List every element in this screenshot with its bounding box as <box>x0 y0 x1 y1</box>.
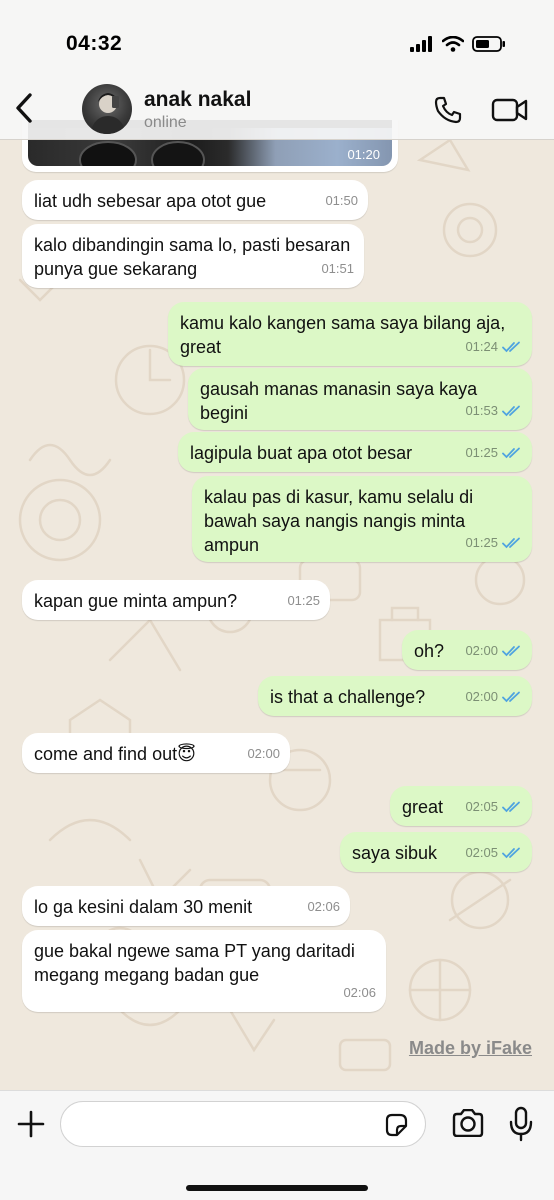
message-text: liat udh sebesar apa otot gue <box>34 191 267 211</box>
message-meta: 01:25 <box>465 441 522 465</box>
contact-avatar[interactable] <box>82 84 132 134</box>
message-meta: 02:05 <box>465 795 522 819</box>
message-time: 02:00 <box>465 643 498 658</box>
message-time: 02:06 <box>307 899 340 914</box>
incoming-message[interactable]: come and find out😇 02:00 <box>22 733 290 773</box>
contact-name[interactable]: anak nakal <box>144 88 251 112</box>
read-receipt-icon <box>502 645 520 657</box>
sticker-icon <box>385 1113 408 1137</box>
outgoing-message[interactable]: oh? 02:00 <box>402 630 532 670</box>
message-meta: 01:24 <box>465 335 522 359</box>
camera-button[interactable] <box>450 1107 486 1139</box>
incoming-message[interactable]: kapan gue minta ampun? 01:25 <box>22 580 330 620</box>
plus-icon <box>17 1110 45 1138</box>
message-time: 02:05 <box>465 845 498 860</box>
incoming-message[interactable]: kalo dibandingin sama lo, pasti besaran … <box>22 224 364 288</box>
back-button[interactable] <box>10 90 38 126</box>
message-meta: 01:25 <box>287 589 320 613</box>
microphone-button[interactable] <box>506 1105 536 1143</box>
wifi-icon <box>442 36 464 52</box>
outgoing-message[interactable]: is that a challenge? 02:00 <box>258 676 532 716</box>
message-time: 02:05 <box>465 799 498 814</box>
message-text: come and find out😇 <box>34 744 196 764</box>
message-time: 01:53 <box>465 403 498 418</box>
message-text: lo ga kesini dalam 30 menit <box>34 897 253 917</box>
composer-bar <box>0 1090 554 1200</box>
status-bar-icons <box>410 33 506 55</box>
message-meta: 01:53 <box>465 399 522 423</box>
read-receipt-icon <box>502 447 520 459</box>
outgoing-message[interactable]: great 02:05 <box>390 786 532 826</box>
outgoing-message[interactable]: gausah manas manasin saya kaya begini 01:… <box>188 368 532 430</box>
message-time: 01:25 <box>287 593 320 608</box>
message-meta: 02:06 <box>307 895 340 919</box>
voice-call-button[interactable] <box>430 92 466 128</box>
message-time: 02:00 <box>465 689 498 704</box>
message-time: 02:06 <box>343 985 376 1000</box>
message-meta: 02:00 <box>465 639 522 663</box>
read-receipt-icon <box>502 801 520 813</box>
read-receipt-icon <box>502 341 520 353</box>
message-time: 02:00 <box>247 746 280 761</box>
message-text: gue bakal ngewe sama PT yang daritadi me… <box>34 941 355 985</box>
message-meta: 01:50 <box>325 189 358 213</box>
home-indicator <box>186 1185 368 1191</box>
message-input[interactable] <box>60 1101 426 1147</box>
chevron-left-icon <box>16 93 32 123</box>
outgoing-message[interactable]: kamu kalo kangen sama saya bilang aja, g… <box>168 302 532 366</box>
read-receipt-icon <box>502 691 520 703</box>
incoming-message[interactable]: gue bakal ngewe sama PT yang daritadi me… <box>22 930 386 1012</box>
message-time: 01:25 <box>465 535 498 550</box>
message-time: 01:24 <box>465 339 498 354</box>
contact-status: online <box>144 114 187 131</box>
outgoing-message[interactable]: kalau pas di kasur, kamu selalu di bawah… <box>192 476 532 562</box>
sticker-button[interactable] <box>382 1111 410 1139</box>
message-meta: 02:06 <box>343 981 376 1005</box>
message-meta: 02:00 <box>465 685 522 709</box>
message-meta: 01:51 <box>321 257 354 281</box>
message-meta: 02:05 <box>465 841 522 865</box>
outgoing-message[interactable]: lagipula buat apa otot besar 01:25 <box>178 432 532 472</box>
message-meta: 01:25 <box>465 531 522 555</box>
video-camera-icon <box>491 98 528 122</box>
chat-area[interactable]: 01:20 liat udh sebesar apa otot gue 01:50… <box>0 0 554 1200</box>
battery-icon <box>472 36 505 52</box>
message-time: 01:50 <box>325 193 358 208</box>
message-text: kapan gue minta ampun? <box>34 591 238 611</box>
read-receipt-icon <box>502 537 520 549</box>
message-time: 01:51 <box>321 261 354 276</box>
video-call-button[interactable] <box>488 94 532 126</box>
microphone-icon <box>509 1106 533 1142</box>
watermark-label: Made by iFake <box>408 1038 532 1058</box>
attach-button[interactable] <box>14 1107 48 1141</box>
incoming-message[interactable]: lo ga kesini dalam 30 menit 02:06 <box>22 886 350 926</box>
message-text: kalo dibandingin sama lo, pasti besaran … <box>34 235 351 279</box>
camera-icon <box>452 1109 484 1137</box>
phone-icon <box>434 96 462 124</box>
incoming-message[interactable]: liat udh sebesar apa otot gue 01:50 <box>22 180 368 220</box>
signal-icon <box>410 36 432 52</box>
chat-header: 04:32 anak nakal online <box>0 0 554 140</box>
message-time: 01:25 <box>465 445 498 460</box>
read-receipt-icon <box>502 405 520 417</box>
message-meta: 02:00 <box>247 742 280 766</box>
outgoing-message[interactable]: saya sibuk 02:05 <box>340 832 532 872</box>
read-receipt-icon <box>502 847 520 859</box>
status-bar-time: 04:32 <box>66 32 123 55</box>
message-time: 01:20 <box>347 147 380 162</box>
